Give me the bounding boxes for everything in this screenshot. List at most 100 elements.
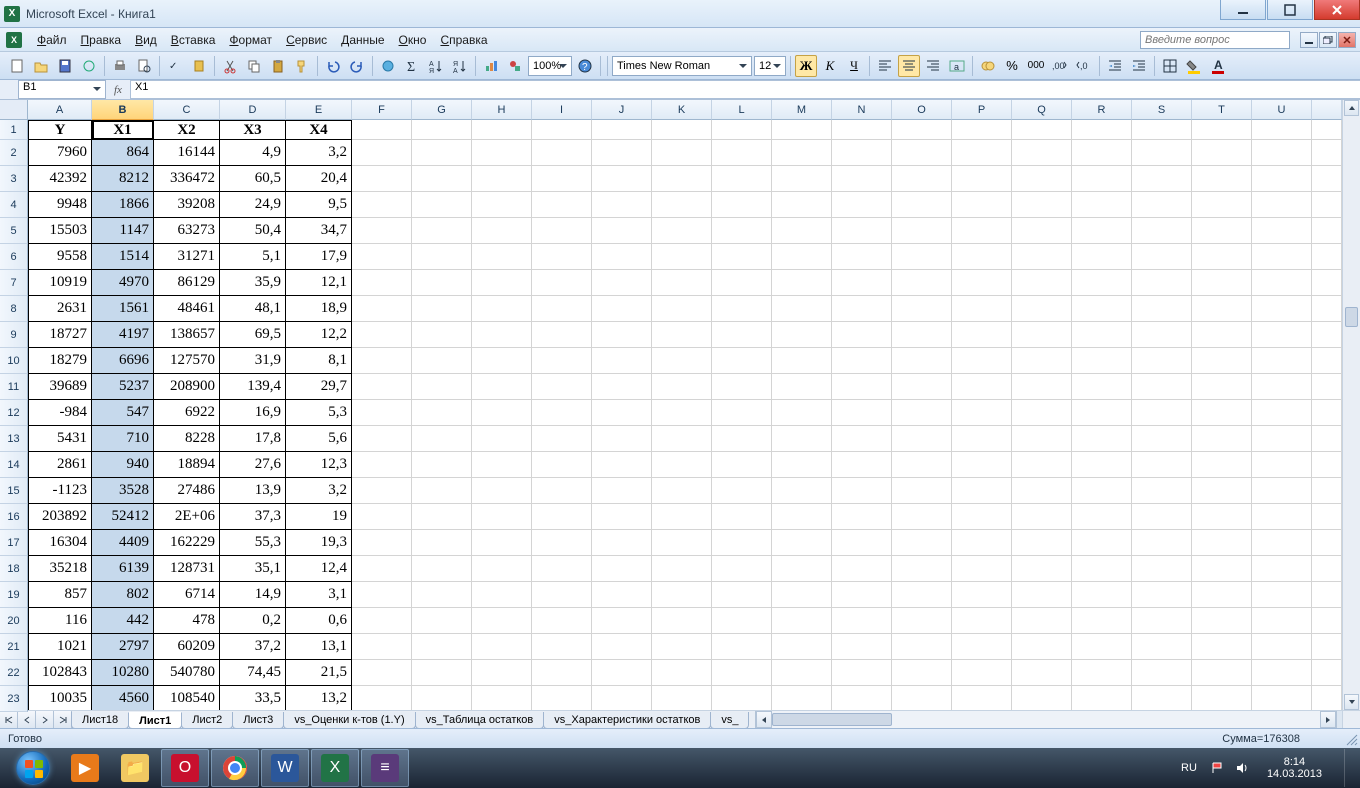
- cell[interactable]: 10280: [92, 660, 154, 686]
- cell[interactable]: 0,6: [286, 608, 352, 634]
- cell[interactable]: [772, 608, 832, 634]
- cell[interactable]: [772, 452, 832, 478]
- cell[interactable]: [1192, 634, 1252, 660]
- cell[interactable]: 33,5: [220, 686, 286, 710]
- cell[interactable]: [772, 244, 832, 270]
- cell[interactable]: [1192, 192, 1252, 218]
- cell[interactable]: [592, 244, 652, 270]
- cell[interactable]: [832, 244, 892, 270]
- cell[interactable]: 35,9: [220, 270, 286, 296]
- cell[interactable]: [832, 504, 892, 530]
- format-painter-button[interactable]: [291, 55, 313, 77]
- cell[interactable]: 31,9: [220, 348, 286, 374]
- cell[interactable]: [952, 608, 1012, 634]
- cell[interactable]: [832, 426, 892, 452]
- cell[interactable]: [1072, 374, 1132, 400]
- cell[interactable]: [472, 426, 532, 452]
- cell[interactable]: [352, 270, 412, 296]
- cell[interactable]: 6696: [92, 348, 154, 374]
- cell[interactable]: 857: [28, 582, 92, 608]
- cell[interactable]: 34,7: [286, 218, 352, 244]
- cell[interactable]: [652, 556, 712, 582]
- row-header[interactable]: 1: [0, 120, 28, 140]
- cell[interactable]: 138657: [154, 322, 220, 348]
- cell[interactable]: [952, 426, 1012, 452]
- cell[interactable]: [1252, 426, 1312, 452]
- cell[interactable]: [712, 218, 772, 244]
- cell[interactable]: [1012, 400, 1072, 426]
- cell[interactable]: [352, 556, 412, 582]
- cell[interactable]: [1252, 348, 1312, 374]
- cell[interactable]: [472, 660, 532, 686]
- row-header[interactable]: 10: [0, 348, 28, 374]
- cell[interactable]: [652, 244, 712, 270]
- cell[interactable]: [1192, 504, 1252, 530]
- cell[interactable]: [892, 218, 952, 244]
- cell[interactable]: [412, 322, 472, 348]
- cell[interactable]: [1192, 530, 1252, 556]
- cell[interactable]: [412, 634, 472, 660]
- cell[interactable]: 13,2: [286, 686, 352, 710]
- cell[interactable]: [592, 478, 652, 504]
- cell[interactable]: [1192, 166, 1252, 192]
- help-question-input[interactable]: [1140, 31, 1290, 49]
- cell[interactable]: 19,3: [286, 530, 352, 556]
- cell[interactable]: 12,2: [286, 322, 352, 348]
- cell[interactable]: [832, 530, 892, 556]
- cell[interactable]: [1072, 582, 1132, 608]
- vscroll-thumb[interactable]: [1345, 307, 1358, 327]
- cell[interactable]: [652, 166, 712, 192]
- cell[interactable]: [472, 556, 532, 582]
- cell[interactable]: [652, 608, 712, 634]
- cell[interactable]: [832, 452, 892, 478]
- cell[interactable]: [1132, 322, 1192, 348]
- cell[interactable]: 127570: [154, 348, 220, 374]
- column-header[interactable]: C: [154, 100, 220, 120]
- cell[interactable]: [652, 504, 712, 530]
- cell[interactable]: 547: [92, 400, 154, 426]
- cell[interactable]: [892, 504, 952, 530]
- cell[interactable]: [412, 582, 472, 608]
- cell[interactable]: 16144: [154, 140, 220, 166]
- font-size-combo[interactable]: 12: [754, 56, 786, 76]
- cell[interactable]: [952, 556, 1012, 582]
- cell[interactable]: [592, 270, 652, 296]
- cell[interactable]: [1072, 608, 1132, 634]
- row-header[interactable]: 8: [0, 296, 28, 322]
- cell[interactable]: [1012, 374, 1072, 400]
- cell[interactable]: [652, 452, 712, 478]
- hscroll-thumb[interactable]: [772, 713, 892, 726]
- cell[interactable]: [832, 348, 892, 374]
- cell[interactable]: [1252, 504, 1312, 530]
- cell[interactable]: [412, 140, 472, 166]
- cell[interactable]: [1012, 192, 1072, 218]
- cell[interactable]: [1072, 140, 1132, 166]
- cell[interactable]: [832, 270, 892, 296]
- scroll-left-button[interactable]: [756, 711, 772, 728]
- column-header[interactable]: I: [532, 100, 592, 120]
- cell[interactable]: [772, 192, 832, 218]
- cell[interactable]: [832, 140, 892, 166]
- cell[interactable]: [592, 322, 652, 348]
- start-button[interactable]: [6, 749, 60, 787]
- cell[interactable]: [952, 218, 1012, 244]
- workbook-minimize-button[interactable]: [1300, 32, 1318, 48]
- cell[interactable]: [1192, 478, 1252, 504]
- cell[interactable]: [892, 556, 952, 582]
- cell[interactable]: [412, 426, 472, 452]
- cell[interactable]: 17,9: [286, 244, 352, 270]
- last-sheet-button[interactable]: [54, 711, 72, 729]
- cell[interactable]: [1012, 348, 1072, 374]
- cell[interactable]: 102843: [28, 660, 92, 686]
- cell[interactable]: [832, 660, 892, 686]
- cell[interactable]: [412, 478, 472, 504]
- decrease-decimal-button[interactable]: ,0: [1073, 55, 1095, 77]
- cell[interactable]: 1866: [92, 192, 154, 218]
- row-header[interactable]: 12: [0, 400, 28, 426]
- cell[interactable]: [652, 478, 712, 504]
- cell[interactable]: [1192, 374, 1252, 400]
- sheet-tab[interactable]: vs_Оценки к-тов (1.Y): [283, 712, 415, 729]
- cell[interactable]: [1072, 348, 1132, 374]
- column-header[interactable]: P: [952, 100, 1012, 120]
- cell[interactable]: [892, 426, 952, 452]
